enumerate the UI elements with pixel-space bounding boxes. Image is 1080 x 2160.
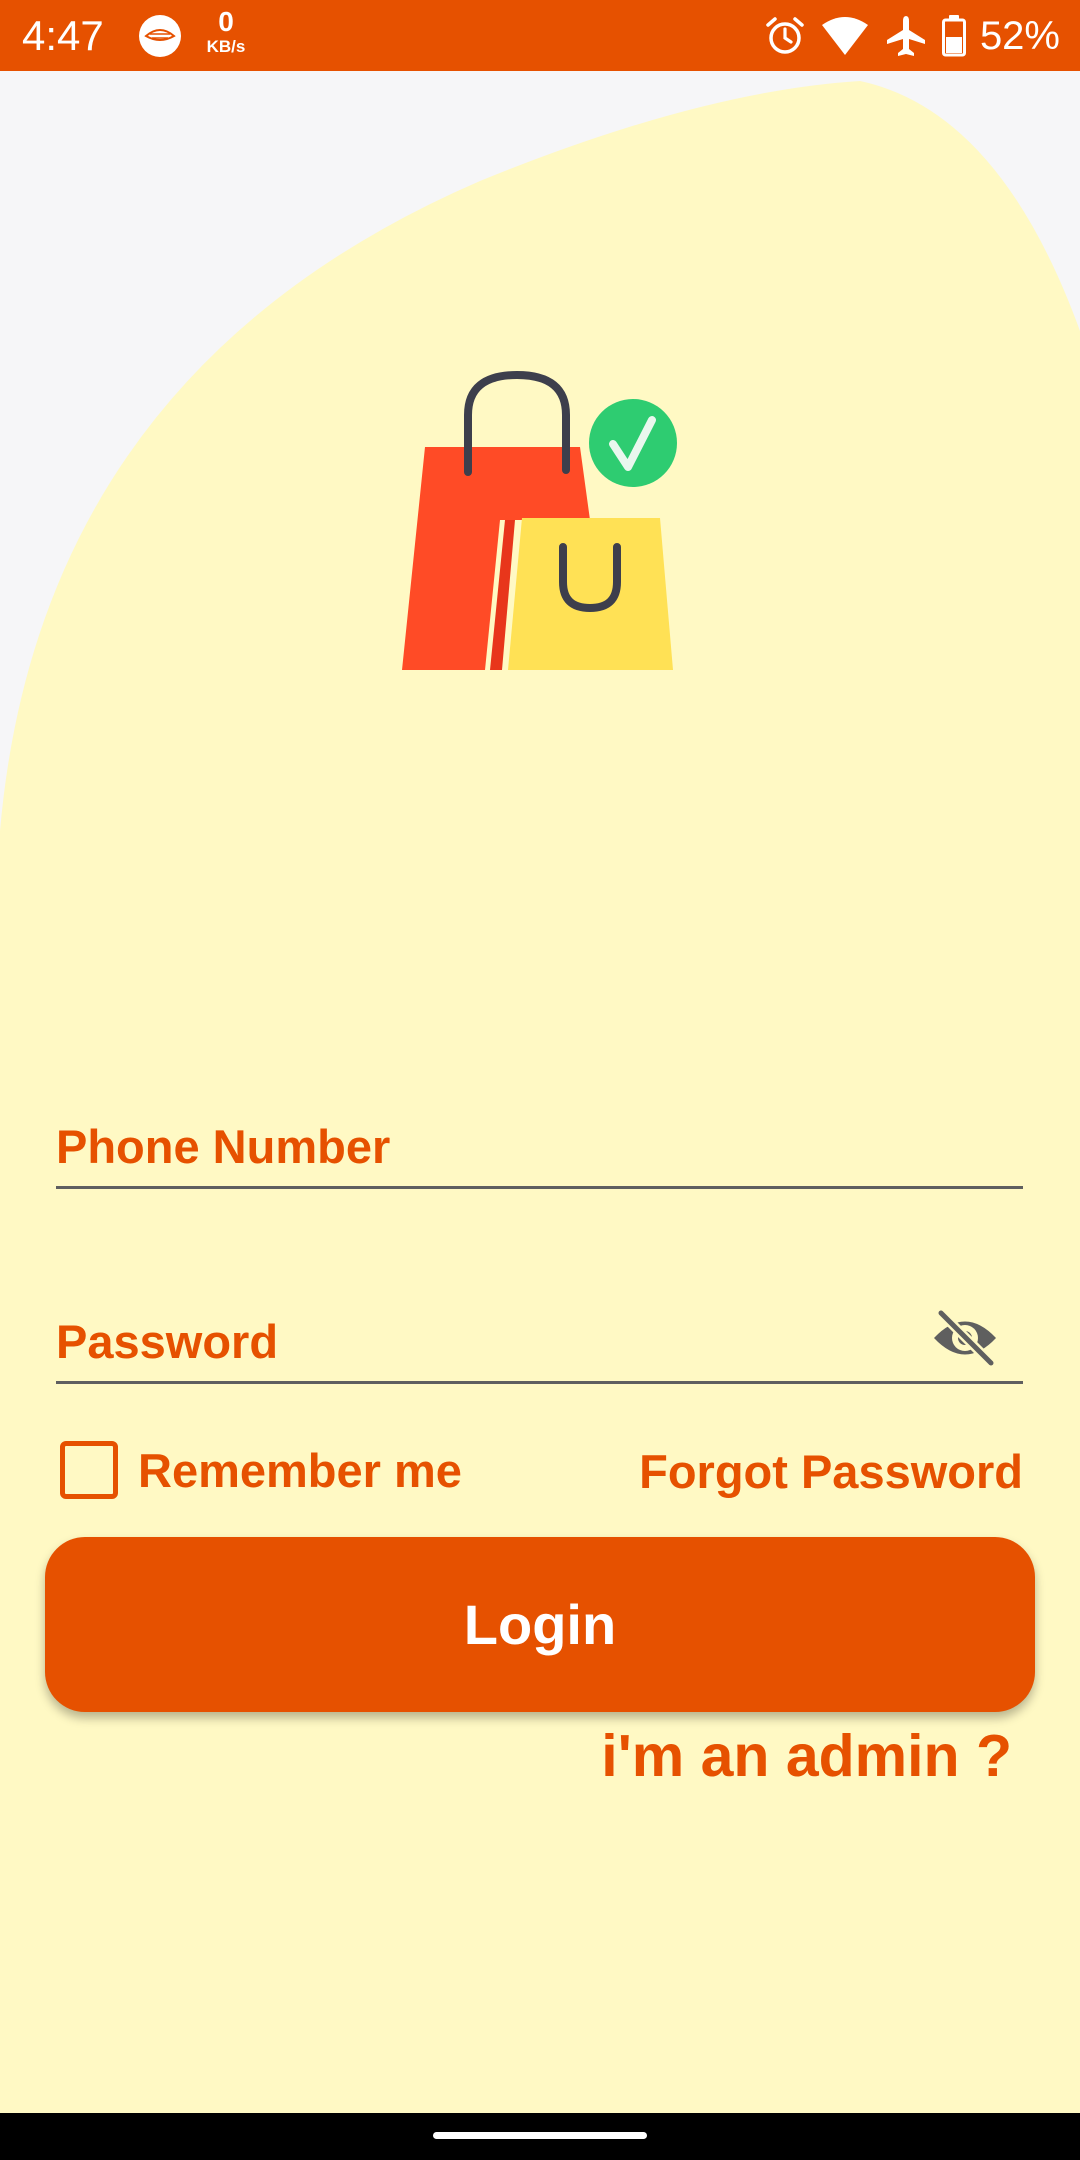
navigation-bar bbox=[0, 2113, 1080, 2160]
password-label: Password bbox=[56, 1315, 279, 1368]
wifi-icon bbox=[821, 17, 868, 55]
remember-me-label[interactable]: Remember me bbox=[138, 1443, 462, 1498]
network-speed-value: 0 bbox=[218, 6, 234, 37]
watermelon-app-icon bbox=[139, 15, 181, 57]
battery-percent: 52% bbox=[979, 14, 1060, 58]
alarm-icon bbox=[766, 17, 804, 54]
home-gesture-handle[interactable] bbox=[433, 2132, 647, 2139]
status-bar: 4:47 0 KB/s 52% bbox=[0, 0, 1080, 71]
status-icons: 52% bbox=[764, 10, 1060, 62]
remember-me-checkbox[interactable] bbox=[60, 1441, 118, 1499]
login-button-label: Login bbox=[463, 1593, 617, 1656]
shopping-bags-check-icon bbox=[402, 370, 677, 670]
status-time: 4:47 bbox=[22, 12, 104, 59]
network-speed: 0 KB/s bbox=[198, 6, 254, 56]
remember-me-row: Remember me bbox=[60, 1441, 462, 1499]
admin-login-link[interactable]: i'm an admin ? bbox=[601, 1722, 1012, 1790]
phone-number-label: Phone Number bbox=[56, 1120, 391, 1173]
network-speed-unit: KB/s bbox=[206, 37, 246, 56]
airplane-mode-icon bbox=[886, 16, 925, 56]
eye-off-icon[interactable] bbox=[931, 1309, 999, 1367]
login-button[interactable]: Login bbox=[45, 1537, 1035, 1712]
password-field[interactable]: Password bbox=[56, 1298, 1023, 1384]
forgot-password-link[interactable]: Forgot Password bbox=[639, 1444, 1023, 1499]
phone-number-field[interactable]: Phone Number bbox=[56, 1108, 1023, 1189]
battery-icon bbox=[941, 15, 966, 57]
login-screen: 4:47 0 KB/s 52% Phone Number Password Re… bbox=[0, 0, 1080, 2160]
